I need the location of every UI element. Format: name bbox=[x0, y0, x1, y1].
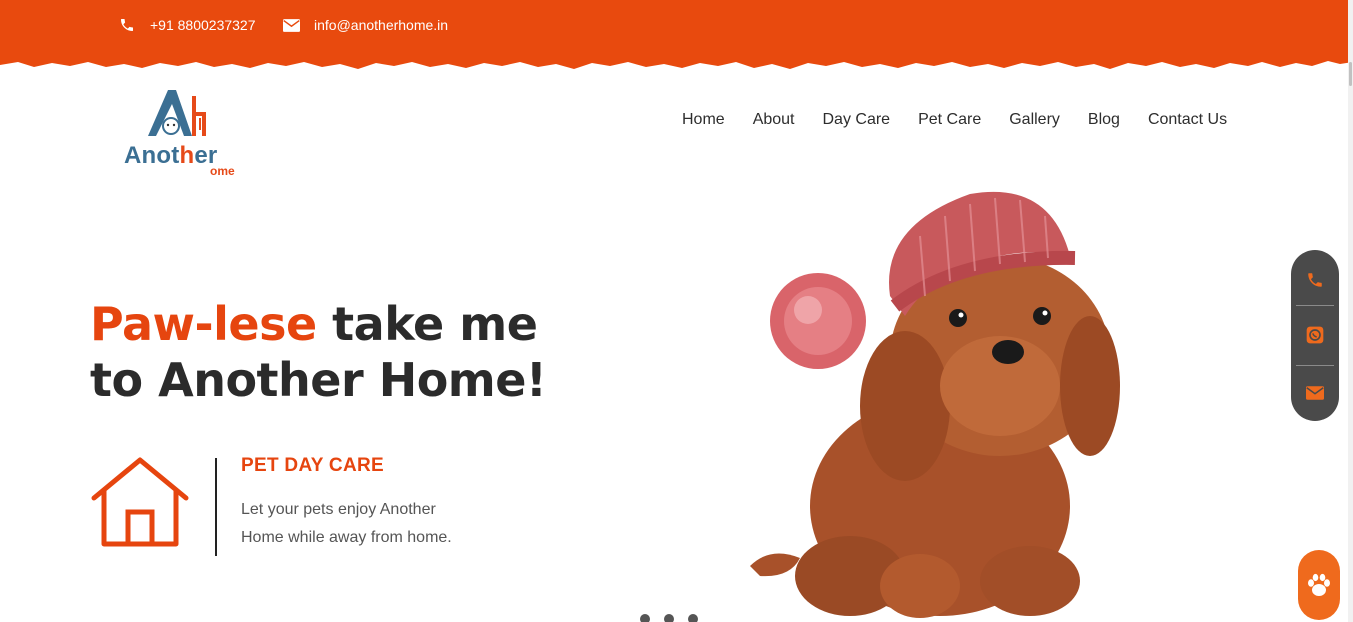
phone-number: +91 8800237327 bbox=[150, 17, 256, 33]
slider-dot[interactable] bbox=[688, 614, 698, 622]
phone-contact-link[interactable]: +91 8800237327 bbox=[118, 16, 256, 34]
site-logo[interactable]: Another ome bbox=[120, 84, 240, 184]
whatsapp-icon bbox=[1306, 326, 1324, 344]
nav-contact-us[interactable]: Contact Us bbox=[1148, 111, 1227, 129]
slider-dot[interactable] bbox=[640, 614, 650, 622]
float-whatsapp-button[interactable] bbox=[1291, 307, 1339, 363]
email-contact-link[interactable]: info@anotherhome.in bbox=[282, 16, 448, 34]
torn-paper-edge bbox=[0, 0, 1353, 69]
puppy-image bbox=[750, 191, 1120, 618]
logo-word-accent: h bbox=[179, 142, 195, 169]
logo-wordmark: Another bbox=[124, 142, 217, 170]
hero-slider-dots bbox=[640, 614, 712, 622]
logo-word-start: Anot bbox=[124, 142, 180, 169]
nav-gallery[interactable]: Gallery bbox=[1009, 111, 1060, 129]
feature-description: Let your pets enjoy Another Home while a… bbox=[241, 501, 452, 546]
main-navigation: Home About Day Care Pet Care Gallery Blo… bbox=[682, 111, 1227, 129]
logo-mark-icon bbox=[148, 90, 206, 136]
top-contact-bar: +91 8800237327 info@anotherhome.in bbox=[0, 0, 1353, 80]
envelope-icon bbox=[1306, 386, 1324, 400]
house-icon bbox=[91, 457, 189, 547]
hero-heading-accent: Paw-lese bbox=[90, 297, 317, 351]
page-scrollbar-thumb[interactable] bbox=[1349, 62, 1352, 86]
float-email-button[interactable] bbox=[1291, 365, 1339, 421]
phone-icon bbox=[1308, 273, 1322, 287]
nav-blog[interactable]: Blog bbox=[1088, 111, 1120, 129]
page-scrollbar-track[interactable] bbox=[1348, 0, 1353, 622]
feature-title: PET DAY CARE bbox=[241, 455, 384, 476]
nav-home[interactable]: Home bbox=[682, 111, 725, 129]
paw-chat-button[interactable] bbox=[1298, 550, 1340, 620]
nav-pet-care[interactable]: Pet Care bbox=[918, 111, 981, 129]
feature-divider bbox=[215, 458, 217, 556]
phone-icon bbox=[118, 16, 136, 34]
logo-subword: ome bbox=[210, 164, 235, 178]
hero-heading: Paw-lese take me to Another Home! bbox=[90, 296, 570, 408]
float-phone-button[interactable] bbox=[1291, 252, 1339, 308]
email-address: info@anotherhome.in bbox=[314, 17, 449, 33]
float-separator bbox=[1296, 305, 1334, 306]
envelope-icon bbox=[282, 16, 300, 34]
nav-about[interactable]: About bbox=[753, 111, 795, 129]
floating-contact-bar bbox=[1291, 250, 1339, 421]
nav-day-care[interactable]: Day Care bbox=[823, 111, 891, 129]
paw-icon bbox=[1308, 573, 1330, 596]
slider-dot[interactable] bbox=[664, 614, 674, 622]
